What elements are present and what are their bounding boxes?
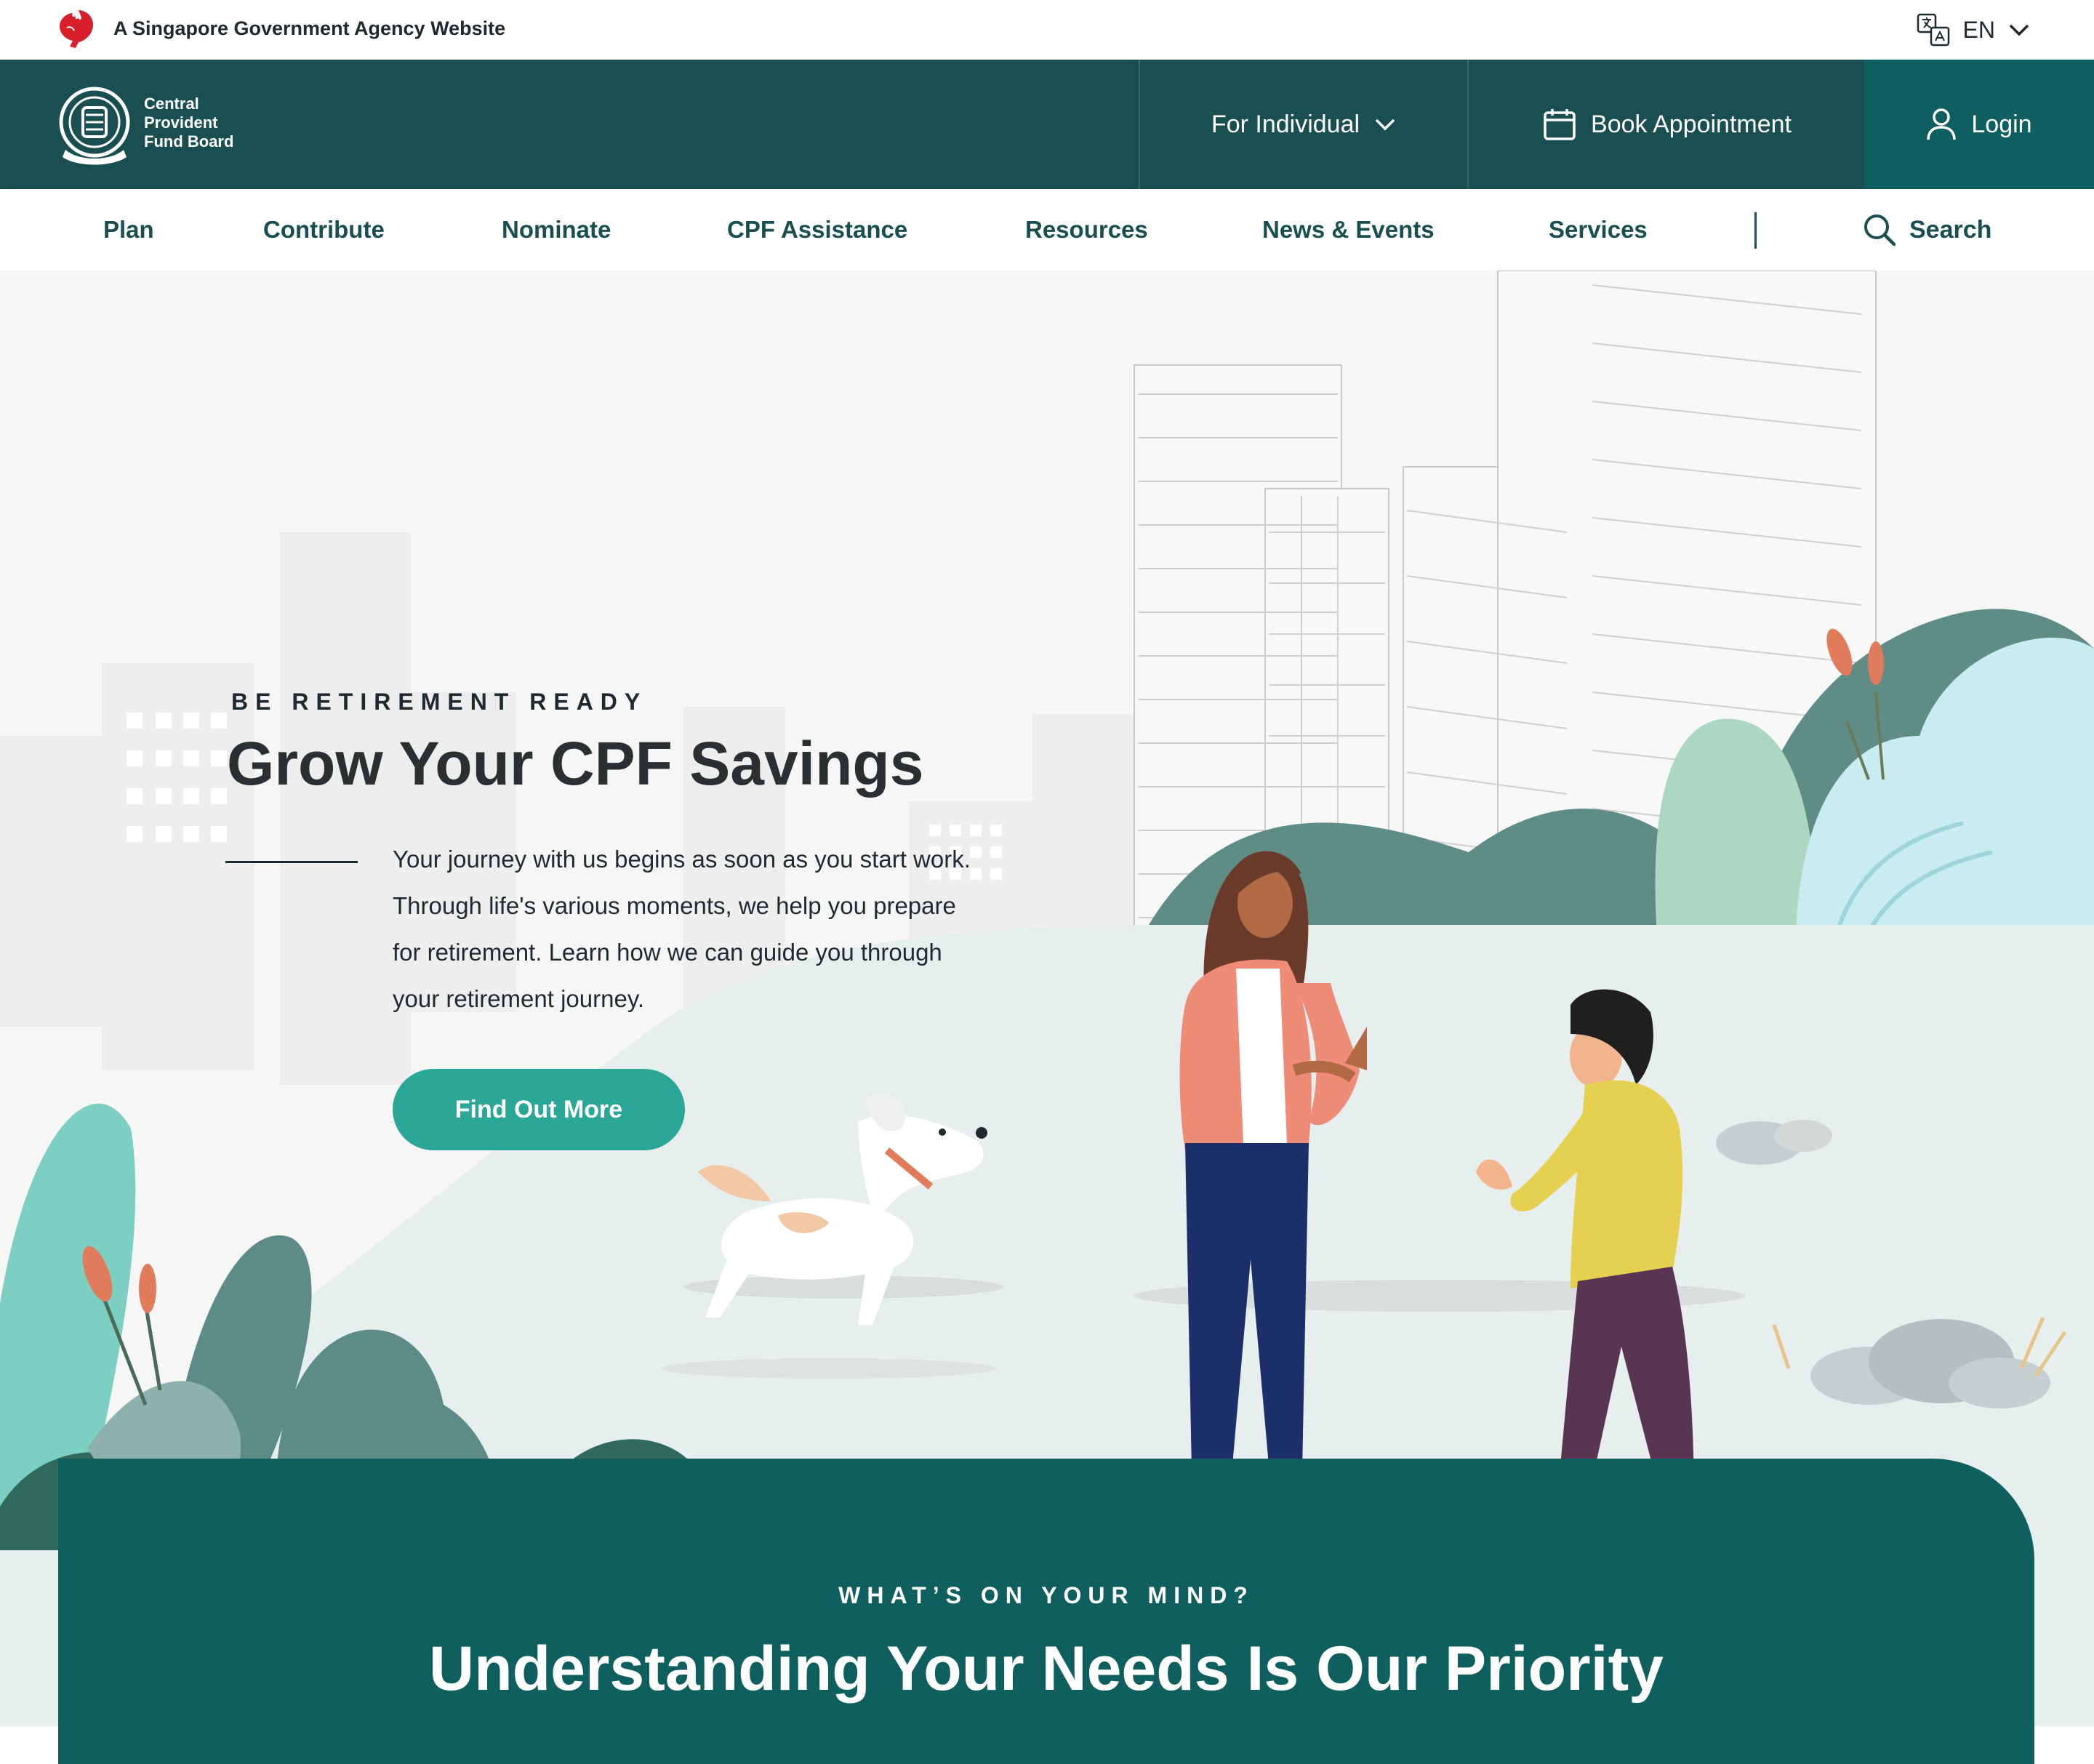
hero-title: Grow Your CPF Savings [227,729,924,798]
language-label: EN [1962,16,1995,43]
nav-item-services[interactable]: Services [1549,189,1648,270]
chevron-down-icon [2009,24,2029,36]
hero-divider [225,861,358,863]
search-label: Search [1909,215,1992,244]
main-navigation: Plan Contribute Nominate CPF Assistance … [0,189,2094,270]
for-individual-dropdown[interactable]: For Individual [1139,60,1467,189]
gov-agency-text: A Singapore Government Agency Website [113,17,506,39]
logo-line-3: Fund Board [144,132,234,151]
nav-item-resources[interactable]: Resources [1025,189,1148,270]
hero-description-line: for retirement. Learn how we can guide y… [393,939,942,966]
login-label: Login [1971,110,2032,138]
book-appointment-button[interactable]: Book Appointment [1467,60,1866,189]
language-selector[interactable]: EN [1917,10,2030,49]
calendar-icon [1544,109,1576,140]
hero-eyebrow: BE RETIREMENT READY [231,689,648,715]
user-icon [1927,108,1957,140]
for-individual-label: For Individual [1211,110,1360,138]
translate-icon [1917,13,1949,47]
priority-title: Understanding Your Needs Is Our Priority [428,1634,1664,1704]
priority-section: WHAT’S ON YOUR MIND? Understanding Your … [58,1459,2034,1764]
hero-description-line: Through life's various moments, we help … [393,892,956,919]
cpf-logo[interactable] [57,80,137,167]
nav-item-plan[interactable]: Plan [103,189,154,270]
logo-line-2: Provident [144,113,218,132]
chevron-down-icon [1375,119,1395,131]
search-button[interactable]: Search [1863,189,1991,270]
nav-item-contribute[interactable]: Contribute [263,189,385,270]
nav-item-nominate[interactable]: Nominate [502,189,611,270]
nav-divider [1754,212,1757,249]
search-icon [1864,215,1896,246]
priority-eyebrow: WHAT’S ON YOUR MIND? [838,1582,1254,1608]
lion-head-icon [60,10,93,48]
hero-description: Your journey with us begins as soon as y… [393,836,1047,1022]
nav-item-news-events[interactable]: News & Events [1262,189,1435,270]
logo-text: Central Provident Fund Board [144,95,233,151]
brand-bar: Central Provident Fund Board For Individ… [0,60,2094,189]
login-button[interactable]: Login [1864,60,2094,189]
find-out-more-button[interactable]: Find Out More [393,1069,685,1150]
book-appointment-label: Book Appointment [1591,110,1792,138]
gov-masthead: A Singapore Government Agency Website EN [0,0,2094,60]
hero-description-line: Your journey with us begins as soon as y… [393,846,971,873]
hero-description-line: your retirement journey. [393,985,645,1012]
logo-line-1: Central [144,95,199,113]
nav-item-cpf-assistance[interactable]: CPF Assistance [727,189,907,270]
